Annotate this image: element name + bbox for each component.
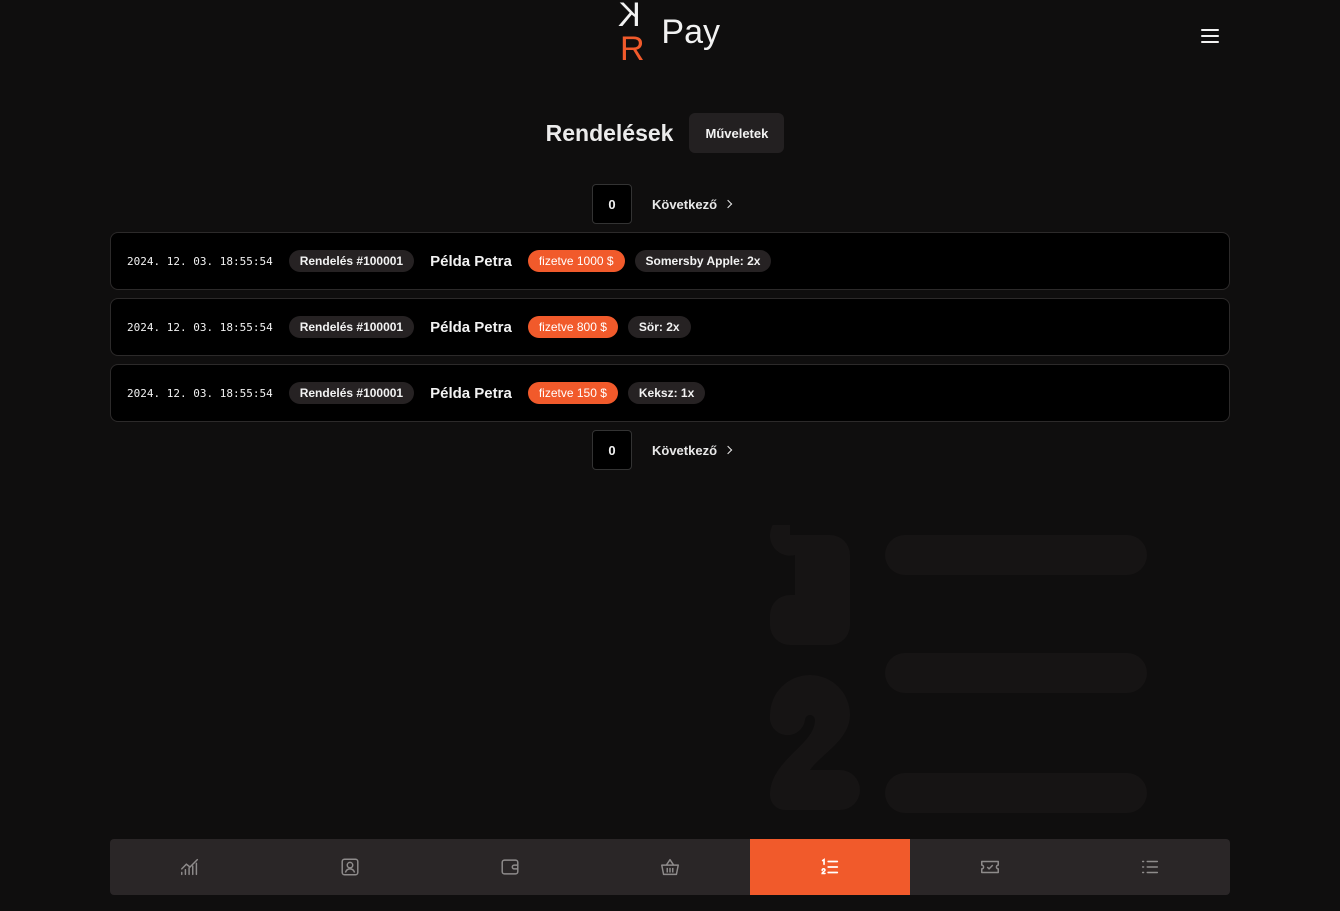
next-page-label: Következő <box>652 442 718 458</box>
payment-status-badge: fizetve 1000 $ <box>527 250 625 272</box>
nav-item-wallet[interactable] <box>430 839 590 895</box>
brand-logo[interactable]: KR Pay <box>620 0 720 66</box>
next-page-button[interactable]: Következő <box>652 442 733 458</box>
title-row: Rendelések Műveletek <box>0 113 1340 153</box>
wallet-icon <box>501 859 519 875</box>
order-items-badge: Somersby Apple: 2x <box>634 250 772 272</box>
nav-item-list[interactable] <box>1070 839 1230 895</box>
pager-top: 0 Következő <box>592 184 733 224</box>
customer-name: Példa Petra <box>430 252 512 270</box>
order-items-badge: Sör: 2x <box>627 316 691 338</box>
ticket-icon <box>981 860 999 874</box>
orders-list: 2024. 12. 03. 18:55:54 Rendelés #100001 … <box>110 232 1230 430</box>
order-date: 2024. 12. 03. 18:55:54 <box>127 254 273 268</box>
nav-item-tickets[interactable] <box>910 839 1070 895</box>
order-id-badge: Rendelés #100001 <box>288 382 415 404</box>
page-number[interactable]: 0 <box>592 184 632 224</box>
payment-status-badge: fizetve 150 $ <box>527 382 618 404</box>
logo-pay: Pay <box>661 13 720 51</box>
next-page-button[interactable]: Következő <box>652 196 733 212</box>
bottom-nav <box>110 839 1230 895</box>
customer-name: Példa Petra <box>430 318 512 336</box>
logo-kr: KR <box>620 0 645 68</box>
customer-name: Példa Petra <box>430 384 512 402</box>
order-id-badge: Rendelés #100001 <box>288 316 415 338</box>
order-items-badge: Keksz: 1x <box>627 382 706 404</box>
order-date: 2024. 12. 03. 18:55:54 <box>127 320 273 334</box>
order-row[interactable]: 2024. 12. 03. 18:55:54 Rendelés #100001 … <box>110 298 1230 356</box>
nav-item-profile[interactable] <box>270 839 430 895</box>
chevron-right-icon <box>723 199 733 209</box>
payment-status-badge: fizetve 800 $ <box>527 316 618 338</box>
order-row[interactable]: 2024. 12. 03. 18:55:54 Rendelés #100001 … <box>110 232 1230 290</box>
ordered-list-icon <box>821 858 839 875</box>
actions-button[interactable]: Műveletek <box>689 113 785 153</box>
page-number[interactable]: 0 <box>592 430 632 470</box>
order-date: 2024. 12. 03. 18:55:54 <box>127 386 273 400</box>
next-page-label: Következő <box>652 196 718 212</box>
hamburger-menu-icon[interactable] <box>1198 24 1222 48</box>
order-id-badge: Rendelés #100001 <box>288 250 415 272</box>
basket-icon <box>661 858 679 876</box>
order-row[interactable]: 2024. 12. 03. 18:55:54 Rendelés #100001 … <box>110 364 1230 422</box>
nav-item-orders[interactable] <box>750 839 910 895</box>
pager-bottom: 0 Következő <box>592 430 733 470</box>
chevron-right-icon <box>723 445 733 455</box>
ordered-list-watermark-icon <box>769 525 1147 813</box>
list-icon <box>1141 860 1159 874</box>
page-title: Rendelések <box>545 119 674 146</box>
user-card-icon <box>341 858 359 876</box>
nav-item-shop[interactable] <box>590 839 750 895</box>
chart-icon <box>181 858 199 876</box>
nav-item-stats[interactable] <box>110 839 270 895</box>
